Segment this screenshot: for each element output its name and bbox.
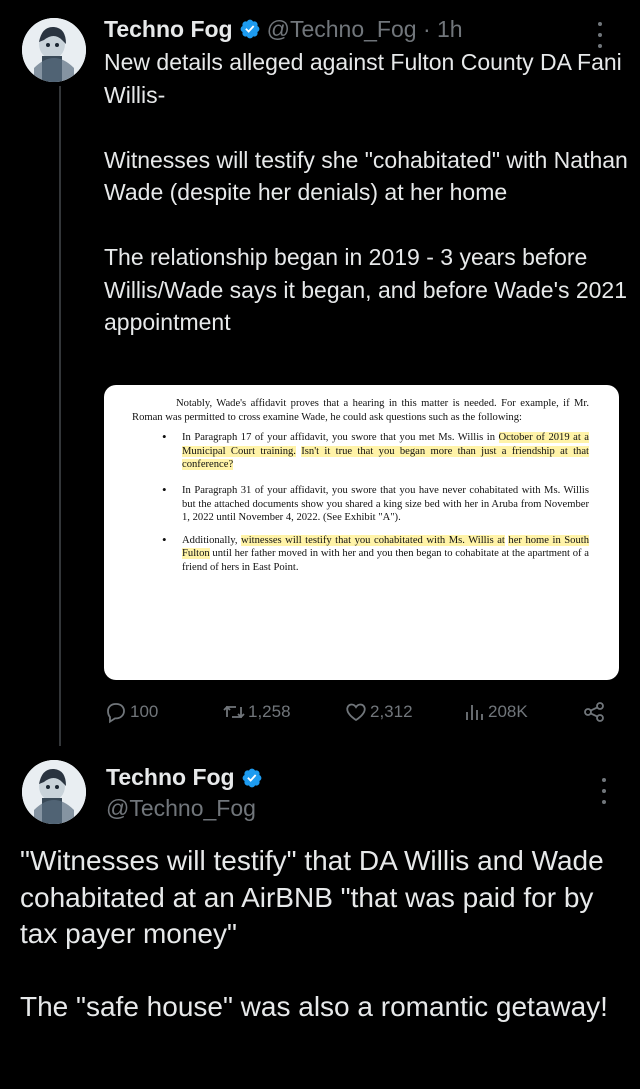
thread-connector-line [59,86,61,746]
handle-and-timestamp[interactable]: @Techno_Fog · 1h [267,16,463,43]
repost-button[interactable]: 1,258 [222,700,291,724]
share-icon [584,702,604,722]
reply-count: 100 [130,702,159,721]
more-icon[interactable] [600,778,608,804]
like-icon [346,703,366,722]
tweet-paragraph: The "safe house" was also a romantic get… [20,991,608,1022]
repost-count: 1,258 [248,702,291,721]
avatar[interactable] [22,18,86,82]
repost-icon [223,705,245,719]
verified-badge-icon [241,767,263,789]
tweet-action-bar: 100 1,258 2,312 208K [104,698,614,726]
tweet-header: Techno Fog [106,764,269,791]
tweet-paragraph: The relationship began in 2019 - 3 years… [104,244,628,335]
views-icon [466,705,483,720]
tweet-text: New details alleged against Fulton Count… [104,46,629,339]
display-name[interactable]: Techno Fog [104,16,233,43]
attached-document-image[interactable]: Notably, Wade's affidavit proves that a … [104,385,619,680]
highlighted-text: witnesses will testify that you cohabita… [241,534,505,546]
views-button[interactable]: 208K [462,700,528,724]
more-icon[interactable] [596,22,604,48]
document-bullet: In Paragraph 31 of your affidavit, you s… [162,483,589,525]
reply-icon [107,703,125,724]
avatar[interactable] [22,760,86,824]
verified-badge-icon [239,18,261,40]
tweet-paragraph: New details alleged against Fulton Count… [104,49,622,108]
reply-button[interactable]: 100 [104,700,158,724]
share-button[interactable] [582,700,608,724]
document-intro: Notably, Wade's affidavit proves that a … [132,398,589,423]
like-count: 2,312 [370,702,413,721]
display-name[interactable]: Techno Fog [106,764,235,791]
view-count: 208K [488,702,528,721]
tweet-text: "Witnesses will testify" that DA Willis … [20,843,620,1026]
like-button[interactable]: 2,312 [344,700,413,724]
tweet-header: Techno Fog @Techno_Fog · 1h [104,14,463,44]
tweet-paragraph: "Witnesses will testify" that DA Willis … [20,845,604,949]
document-bullet: In Paragraph 17 of your affidavit, you s… [162,430,589,472]
tweet-paragraph: Witnesses will testify she "cohabitated"… [104,146,628,206]
handle[interactable]: @Techno_Fog [106,795,256,822]
document-bullet-list: In Paragraph 17 of your affidavit, you s… [132,430,590,575]
document-bullet: Additionally, witnesses will testify tha… [162,533,590,575]
